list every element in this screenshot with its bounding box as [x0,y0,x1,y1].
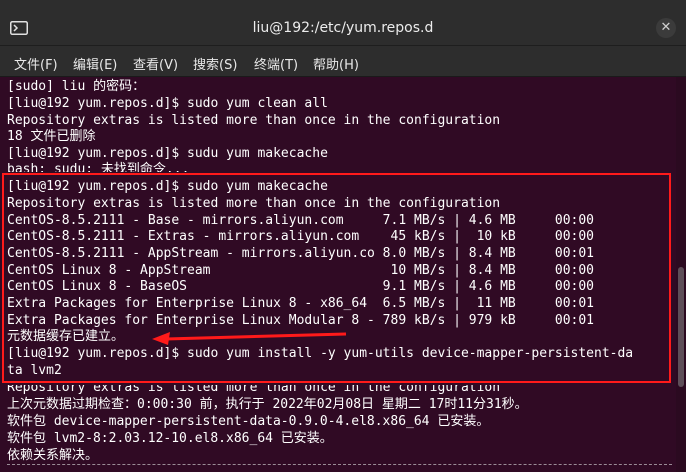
title-bar[interactable]: liu@192:/etc/yum.repos.d ✕ [0,0,686,46]
terminal-line: 上次元数据过期检查：0:00:30 前，执行于 2022年02月08日 星期二 … [7,397,528,412]
output-divider [7,464,672,465]
menu-terminal[interactable]: 终端(T) [254,54,298,73]
annotation-arrow-icon [152,332,347,345]
menu-edit[interactable]: 编辑(E) [73,54,117,73]
scrollbar-thumb[interactable] [678,267,684,387]
menu-bar: 文件(F) 编辑(E) 查看(V) 搜索(S) 终端(T) 帮助(H) [0,46,686,77]
terminal-line: 软件包 lvm2-8:2.03.12-10.el8.x86_64 已安装。 [7,431,333,446]
terminal-line: 18 文件已删除 [7,129,96,144]
terminal-window: liu@192:/etc/yum.repos.d ✕ 文件(F) 编辑(E) 查… [0,0,686,472]
terminal-line: [liu@192 yum.repos.d]$ sudo yum clean al… [7,96,328,111]
terminal-line: [liu@192 yum.repos.d]$ sudu yum makecach… [7,146,328,161]
menu-help[interactable]: 帮助(H) [313,54,359,73]
terminal-line: [sudo] liu 的密码： [7,79,146,94]
terminal-line: 依赖关系解决。 [7,448,99,463]
terminal-line: Repository extras is listed more than on… [7,113,501,128]
menu-view[interactable]: 查看(V) [133,54,178,73]
highlight-box [2,173,671,383]
close-icon[interactable]: ✕ [656,18,676,38]
terminal-line: 软件包 device-mapper-persistent-data-0.9.0-… [7,414,490,429]
menu-search[interactable]: 搜索(S) [193,54,237,73]
scrollbar[interactable] [676,77,686,472]
menu-file[interactable]: 文件(F) [14,54,58,73]
window-title: liu@192:/etc/yum.repos.d [252,20,434,36]
